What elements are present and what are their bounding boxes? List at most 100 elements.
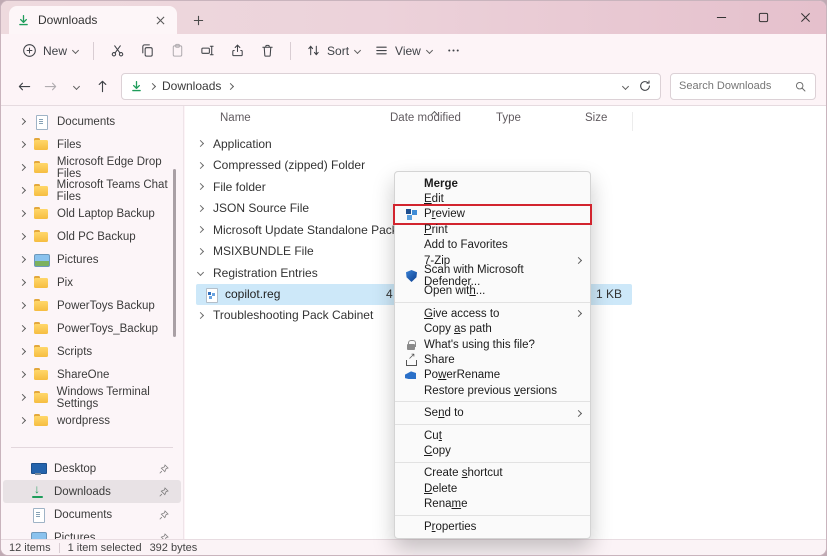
expand-chevron-icon[interactable] <box>19 394 26 401</box>
sidebar-tree-item[interactable]: Pix <box>1 271 183 294</box>
sidebar-tree-item[interactable]: Windows Terminal Settings <box>1 386 183 409</box>
sidebar-pinned-item[interactable]: Documents <box>3 503 181 526</box>
collapse-chevron-icon[interactable] <box>197 312 204 319</box>
delete-button[interactable] <box>252 38 282 64</box>
expand-chevron-icon[interactable] <box>197 269 204 276</box>
sidebar-tree-item[interactable]: PowerToys Backup <box>1 294 183 317</box>
context-menu-item[interactable]: Add to Favorites <box>395 238 590 253</box>
context-menu-item[interactable] <box>395 299 590 306</box>
tab-close-icon[interactable] <box>151 11 169 29</box>
minimize-button[interactable] <box>700 1 742 34</box>
paste-button[interactable] <box>162 38 192 64</box>
collapse-chevron-icon[interactable] <box>197 205 204 212</box>
expand-chevron-icon[interactable] <box>19 118 26 125</box>
context-menu-item[interactable]: Create shortcut <box>395 466 590 481</box>
copy-button[interactable] <box>132 38 162 64</box>
search-input[interactable] <box>679 80 794 92</box>
sort-button[interactable]: Sort <box>299 38 367 64</box>
expand-chevron-icon[interactable] <box>19 302 26 309</box>
copy-icon <box>140 43 155 58</box>
expand-chevron-icon[interactable] <box>19 279 26 286</box>
share-button[interactable] <box>222 38 252 64</box>
context-menu-item[interactable]: Print <box>395 222 590 237</box>
context-menu-item[interactable] <box>395 459 590 466</box>
address-input[interactable]: Downloads <box>121 73 661 100</box>
context-menu-item[interactable]: What's using this file? <box>395 337 590 352</box>
expand-chevron-icon[interactable] <box>19 164 26 171</box>
expand-chevron-icon[interactable] <box>19 325 26 332</box>
context-menu-item[interactable]: Open with... <box>395 284 590 299</box>
context-menu-item[interactable]: Share <box>395 352 590 367</box>
address-dropdown-icon[interactable] <box>622 82 629 89</box>
recent-locations-button[interactable] <box>63 73 89 99</box>
column-date-modified[interactable]: Date modified <box>390 112 461 124</box>
collapse-chevron-icon[interactable] <box>197 140 204 147</box>
collapse-chevron-icon[interactable] <box>197 162 204 169</box>
context-menu-item[interactable]: Give access to <box>395 306 590 321</box>
expand-chevron-icon[interactable] <box>19 233 26 240</box>
sidebar-tree-item[interactable]: wordpress <box>1 409 183 432</box>
sidebar-tree-item[interactable]: Pictures <box>1 248 183 271</box>
context-menu-item[interactable]: Edit <box>395 191 590 206</box>
context-menu-item[interactable]: Delete <box>395 481 590 496</box>
sidebar-tree-item[interactable]: Microsoft Teams Chat Files <box>1 179 183 202</box>
sidebar-tree-item[interactable]: Microsoft Edge Drop Files <box>1 156 183 179</box>
tab-downloads[interactable]: Downloads <box>9 6 177 34</box>
sidebar-tree-item[interactable]: ShareOne <box>1 363 183 386</box>
forward-button[interactable] <box>37 73 63 99</box>
context-menu-item[interactable]: Cut <box>395 428 590 443</box>
new-button[interactable]: New <box>15 38 85 64</box>
expand-chevron-icon[interactable] <box>19 210 26 217</box>
see-more-button[interactable] <box>439 38 469 64</box>
new-tab-button[interactable] <box>187 10 209 30</box>
sidebar-scrollbar[interactable] <box>173 169 176 337</box>
expand-chevron-icon[interactable] <box>19 348 26 355</box>
sidebar-tree-item[interactable]: Old Laptop Backup <box>1 202 183 225</box>
collapse-chevron-icon[interactable] <box>197 248 204 255</box>
breadcrumb[interactable]: Downloads <box>162 79 221 93</box>
expand-chevron-icon[interactable] <box>19 256 26 263</box>
maximize-button[interactable] <box>742 1 784 34</box>
column-name[interactable]: Name <box>220 112 251 124</box>
expand-chevron-icon[interactable] <box>19 141 26 148</box>
context-menu-item[interactable]: Merge <box>395 176 590 191</box>
collapse-chevron-icon[interactable] <box>197 183 204 190</box>
close-button[interactable] <box>784 1 826 34</box>
collapse-chevron-icon[interactable] <box>197 226 204 233</box>
sidebar-tree-item[interactable]: Scripts <box>1 340 183 363</box>
column-divider[interactable] <box>632 112 633 131</box>
column-size[interactable]: Size <box>585 112 607 124</box>
sidebar-tree-item[interactable]: Documents <box>1 110 183 133</box>
context-menu-item[interactable] <box>395 398 590 405</box>
context-menu-item[interactable]: Preview <box>395 207 590 222</box>
cut-button[interactable] <box>102 38 132 64</box>
context-menu-item[interactable]: PowerRename <box>395 368 590 383</box>
context-menu-item[interactable] <box>395 421 590 428</box>
context-menu-item[interactable]: Properties <box>395 519 590 534</box>
context-menu-item[interactable]: Scan with Microsoft Defender... <box>395 268 590 283</box>
expand-chevron-icon[interactable] <box>19 187 26 194</box>
context-menu-item[interactable]: Send to <box>395 405 590 420</box>
sidebar-item-label: Desktop <box>54 463 96 475</box>
context-menu-item[interactable]: Rename <box>395 496 590 511</box>
sidebar-pinned-item[interactable]: Pictures <box>3 526 181 539</box>
rename-button[interactable] <box>192 38 222 64</box>
sidebar-tree-item[interactable]: PowerToys_Backup <box>1 317 183 340</box>
sidebar-pinned-item[interactable]: Desktop <box>3 457 181 480</box>
context-menu-item[interactable] <box>395 512 590 519</box>
up-button[interactable] <box>89 73 115 99</box>
refresh-icon[interactable] <box>638 79 652 93</box>
back-button[interactable] <box>11 73 37 99</box>
sidebar-tree-item[interactable]: Old PC Backup <box>1 225 183 248</box>
context-menu-item[interactable]: Copy <box>395 443 590 458</box>
expand-chevron-icon[interactable] <box>19 417 26 424</box>
file-group-row[interactable]: Application <box>185 133 826 155</box>
sidebar-pinned-item[interactable]: Downloads <box>3 480 181 503</box>
pin-icon <box>159 487 169 497</box>
view-button[interactable]: View <box>367 38 439 64</box>
column-type[interactable]: Type <box>496 112 521 124</box>
sidebar-tree-item[interactable]: Files <box>1 133 183 156</box>
expand-chevron-icon[interactable] <box>19 371 26 378</box>
context-menu-item[interactable]: Copy as path <box>395 322 590 337</box>
context-menu-item[interactable]: Restore previous versions <box>395 383 590 398</box>
